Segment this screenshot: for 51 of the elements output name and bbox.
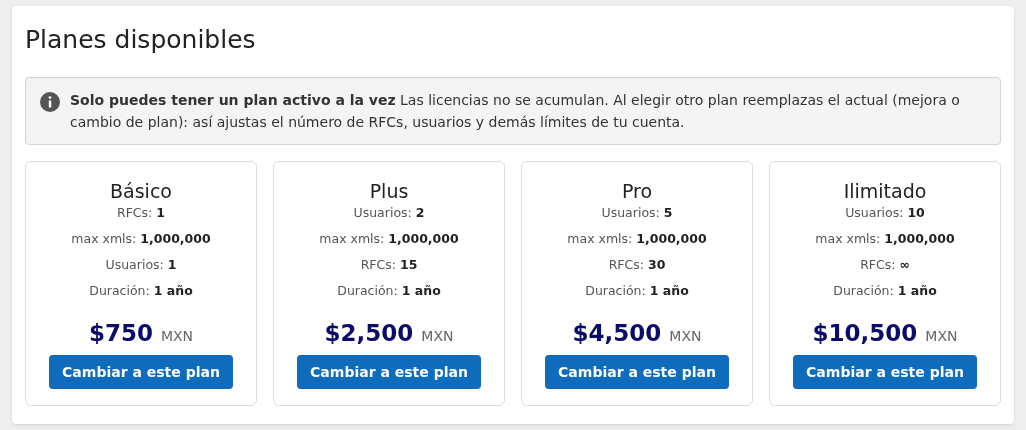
- plan-name: Plus: [369, 179, 409, 203]
- currency-label: MXN: [925, 327, 958, 346]
- spec-value: 1 año: [897, 282, 937, 300]
- spec-value: 1,000,000: [884, 230, 955, 248]
- currency-label: MXN: [421, 327, 454, 346]
- currency-label: MXN: [669, 327, 702, 346]
- spec-value: 1,000,000: [636, 230, 707, 248]
- spec-label: RFCs:: [360, 256, 396, 274]
- info-icon: [40, 92, 60, 112]
- spec-value: 5: [663, 204, 673, 222]
- plan-name: Pro: [621, 179, 653, 203]
- spec-value: 10: [907, 204, 925, 222]
- spec-label: max xmls:: [319, 230, 385, 248]
- page-title: Planes disponibles: [25, 24, 257, 56]
- change-plan-button[interactable]: Cambiar a este plan: [545, 355, 729, 389]
- spec-label: Usuarios:: [105, 256, 164, 274]
- spec-label: Duración:: [585, 282, 646, 300]
- spec-label: max xmls:: [815, 230, 881, 248]
- spec-label: Usuarios:: [353, 204, 412, 222]
- spec-value: 1: [167, 256, 177, 274]
- spec-label: Usuarios:: [601, 204, 660, 222]
- spec-value: 1,000,000: [388, 230, 459, 248]
- spec-value: 1 año: [153, 282, 193, 300]
- spec-value: 30: [647, 256, 666, 274]
- spec-value: ∞: [899, 256, 910, 274]
- spec-value: 1 año: [649, 282, 689, 300]
- plan-price: $4,500: [572, 319, 662, 348]
- spec-value: 1 año: [401, 282, 441, 300]
- spec-value: 1,000,000: [140, 230, 211, 248]
- spec-label: RFCs:: [608, 256, 644, 274]
- currency-label: MXN: [160, 327, 194, 346]
- plan-name: Ilimitado: [843, 179, 927, 203]
- spec-value: 15: [399, 256, 418, 274]
- spec-value: 2: [415, 204, 425, 222]
- spec-label: max xmls:: [567, 230, 633, 248]
- info-message: Solo puedes tener un plan activo a la vez Las licencias no se acumulan. Al elegir otro plan reemplazas el actual (mejora o cambio de plan): así ajustas el número de RFCs, usuarios y demás límites de tu cuenta.: [70, 91, 961, 132]
- spec-label: RFCs:: [860, 256, 896, 274]
- spec-label: RFCs:: [117, 204, 153, 222]
- change-plan-button[interactable]: Cambiar a este plan: [297, 355, 481, 389]
- change-plan-button[interactable]: Cambiar a este plan: [793, 355, 977, 389]
- plan-price: $2,500: [324, 319, 414, 348]
- spec-label: Duración:: [89, 282, 150, 300]
- spec-value: 1: [156, 204, 165, 222]
- plan-price: $10,500: [812, 319, 918, 348]
- spec-label: Usuarios:: [845, 204, 904, 222]
- spec-label: Duración:: [833, 282, 894, 300]
- spec-label: Duración:: [337, 282, 398, 300]
- plan-price: $750: [88, 319, 153, 348]
- change-plan-button[interactable]: Cambiar a este plan: [49, 355, 233, 389]
- spec-label: max xmls:: [71, 230, 137, 248]
- plan-name: Básico: [110, 179, 172, 203]
